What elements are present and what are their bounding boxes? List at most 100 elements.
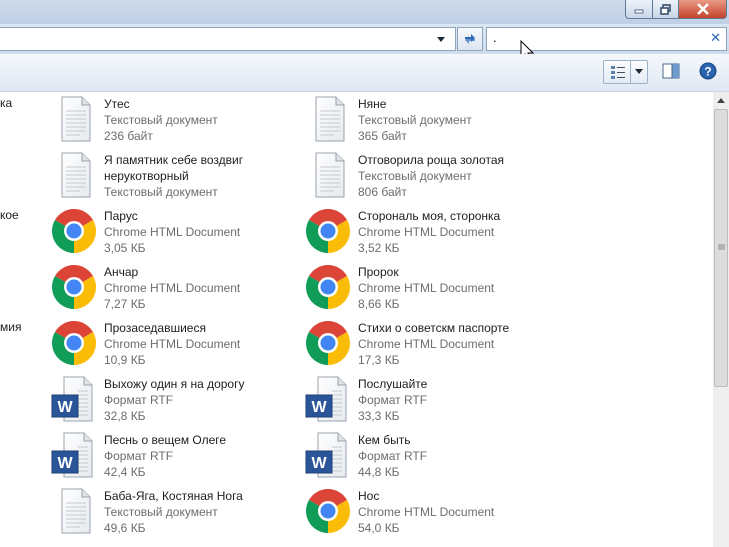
file-size: 365 байт bbox=[358, 129, 407, 143]
file-name: Прозаседавшиеся bbox=[104, 321, 206, 335]
text-document-icon bbox=[61, 96, 91, 142]
file-item[interactable]: W Послушайте Формат RTF 33,3 КБ bbox=[304, 372, 554, 428]
file-type: Chrome HTML Document bbox=[104, 225, 241, 239]
text-document-icon bbox=[61, 152, 91, 198]
svg-text:?: ? bbox=[704, 65, 711, 79]
truncated-item-label[interactable]: ка bbox=[0, 96, 12, 110]
file-item[interactable]: Сторональ моя, сторонка Chrome HTML Docum… bbox=[304, 204, 554, 260]
file-name: Отговорила роща золотая bbox=[358, 153, 505, 167]
minimize-icon bbox=[634, 9, 644, 14]
file-type: Текстовый документ bbox=[104, 505, 218, 519]
text-document-icon bbox=[61, 488, 91, 534]
preview-pane-icon[interactable] bbox=[662, 63, 680, 79]
word-document-icon: W bbox=[51, 432, 93, 478]
file-item[interactable]: Утес Текстовый документ 236 байт bbox=[50, 92, 300, 148]
file-size: 42,4 КБ bbox=[104, 465, 146, 479]
file-size: 33,3 КБ bbox=[358, 409, 400, 423]
file-type: Chrome HTML Document bbox=[358, 281, 495, 295]
svg-text:W: W bbox=[311, 399, 327, 416]
refresh-button[interactable] bbox=[457, 27, 483, 51]
file-item[interactable]: Пророк Chrome HTML Document 8,66 КБ bbox=[304, 260, 554, 316]
grip-icon bbox=[718, 244, 725, 250]
file-type: Chrome HTML Document bbox=[358, 505, 495, 519]
change-view-button[interactable] bbox=[603, 60, 648, 84]
file-type: Текстовый документ bbox=[358, 113, 472, 127]
file-item[interactable]: Няне Текстовый документ 365 байт bbox=[304, 92, 554, 148]
word-document-icon: W bbox=[51, 376, 93, 422]
file-size: 49,6 КБ bbox=[104, 521, 146, 535]
file-size: 17,3 КБ bbox=[358, 353, 400, 367]
chrome-icon bbox=[52, 209, 96, 253]
command-bar: ? bbox=[0, 54, 729, 92]
file-name: Песнь о вещем Олеге bbox=[104, 433, 227, 447]
file-size: 3,05 КБ bbox=[104, 241, 146, 255]
chrome-icon bbox=[52, 321, 96, 365]
scroll-up-button[interactable] bbox=[713, 92, 729, 108]
file-size: 3,52 КБ bbox=[358, 241, 400, 255]
file-name: Послушайте bbox=[358, 377, 428, 391]
restore-icon bbox=[660, 3, 671, 15]
help-icon[interactable]: ? bbox=[699, 62, 717, 80]
text-document-icon bbox=[315, 96, 345, 142]
file-name: Баба-Яга, Костяная Нога bbox=[104, 489, 243, 503]
file-type: Формат RTF bbox=[358, 449, 428, 463]
truncated-item-label[interactable]: кое bbox=[0, 208, 19, 222]
file-item[interactable]: Нос Chrome HTML Document 54,0 КБ bbox=[304, 484, 554, 540]
file-name: Анчар bbox=[104, 265, 139, 279]
file-name: Нос bbox=[358, 489, 380, 503]
file-name: Кем быть bbox=[358, 433, 411, 447]
chevron-down-icon[interactable] bbox=[437, 37, 446, 43]
minimize-button[interactable] bbox=[625, 0, 653, 19]
chevron-up-icon bbox=[717, 97, 725, 103]
file-type: Текстовый документ bbox=[358, 169, 472, 183]
chrome-icon bbox=[306, 265, 350, 309]
svg-text:W: W bbox=[311, 455, 327, 472]
file-item[interactable]: Стихи о советскм паспорте Chrome HTML Doc… bbox=[304, 316, 554, 372]
file-type: Формат RTF bbox=[104, 393, 174, 407]
maximize-button[interactable] bbox=[652, 0, 679, 19]
svg-text:W: W bbox=[57, 399, 73, 416]
file-type: Текстовый документ bbox=[104, 185, 218, 199]
file-item[interactable]: W Кем быть Формат RTF 44,8 КБ bbox=[304, 428, 554, 484]
details-view-icon bbox=[611, 66, 625, 79]
address-row: . ✕ bbox=[0, 24, 729, 54]
file-type: Chrome HTML Document bbox=[104, 281, 241, 295]
file-type: Chrome HTML Document bbox=[358, 337, 495, 351]
close-button[interactable] bbox=[678, 0, 727, 19]
vertical-scrollbar[interactable] bbox=[713, 92, 729, 547]
file-name: Няне bbox=[358, 97, 387, 111]
file-size: 7,27 КБ bbox=[104, 297, 146, 311]
chrome-icon bbox=[52, 265, 96, 309]
scrollbar-thumb[interactable] bbox=[714, 109, 728, 387]
search-clear-icon[interactable]: ✕ bbox=[710, 30, 721, 46]
file-size: 32,8 КБ bbox=[104, 409, 146, 423]
file-name: Сторональ моя, сторонка bbox=[358, 209, 501, 223]
file-item[interactable]: Прозаседавшиеся Chrome HTML Document 10,9 … bbox=[50, 316, 300, 372]
word-document-icon: W bbox=[305, 432, 347, 478]
file-item[interactable]: Парус Chrome HTML Document 3,05 КБ bbox=[50, 204, 300, 260]
chrome-icon bbox=[306, 489, 350, 533]
file-item[interactable]: Отговорила роща золотая Текстовый докумен… bbox=[304, 148, 554, 204]
close-icon bbox=[696, 3, 709, 15]
file-size: 44,8 КБ bbox=[358, 465, 400, 479]
chevron-down-icon[interactable] bbox=[635, 69, 644, 75]
file-type: Формат RTF bbox=[358, 393, 428, 407]
file-list-pane: ка кое мия Утес Текстовый документ 236 бай… bbox=[0, 92, 713, 547]
file-name: Стихи о советскм паспорте bbox=[358, 321, 510, 335]
file-item[interactable]: W Выхожу один я на дорогу Формат RTF 32,8 … bbox=[50, 372, 300, 428]
title-bar bbox=[0, 0, 729, 24]
file-size: 10,9 КБ bbox=[104, 353, 146, 367]
file-item[interactable]: Баба-Яга, Костяная Нога Текстовый докумен… bbox=[50, 484, 300, 540]
file-size: 54,0 КБ bbox=[358, 521, 400, 535]
text-document-icon bbox=[315, 152, 345, 198]
file-item[interactable]: Я памятник себе воздвиг нерукотворный Тек… bbox=[50, 148, 300, 204]
file-type: Chrome HTML Document bbox=[358, 225, 495, 239]
address-bar[interactable] bbox=[0, 27, 456, 51]
word-document-icon: W bbox=[305, 376, 347, 422]
chrome-icon bbox=[306, 321, 350, 365]
file-item[interactable]: Анчар Chrome HTML Document 7,27 КБ bbox=[50, 260, 300, 316]
truncated-item-label[interactable]: мия bbox=[0, 320, 21, 334]
file-name: Пророк bbox=[358, 265, 399, 279]
svg-text:W: W bbox=[57, 455, 73, 472]
file-item[interactable]: W Песнь о вещем Олеге Формат RTF 42,4 КБ bbox=[50, 428, 300, 484]
